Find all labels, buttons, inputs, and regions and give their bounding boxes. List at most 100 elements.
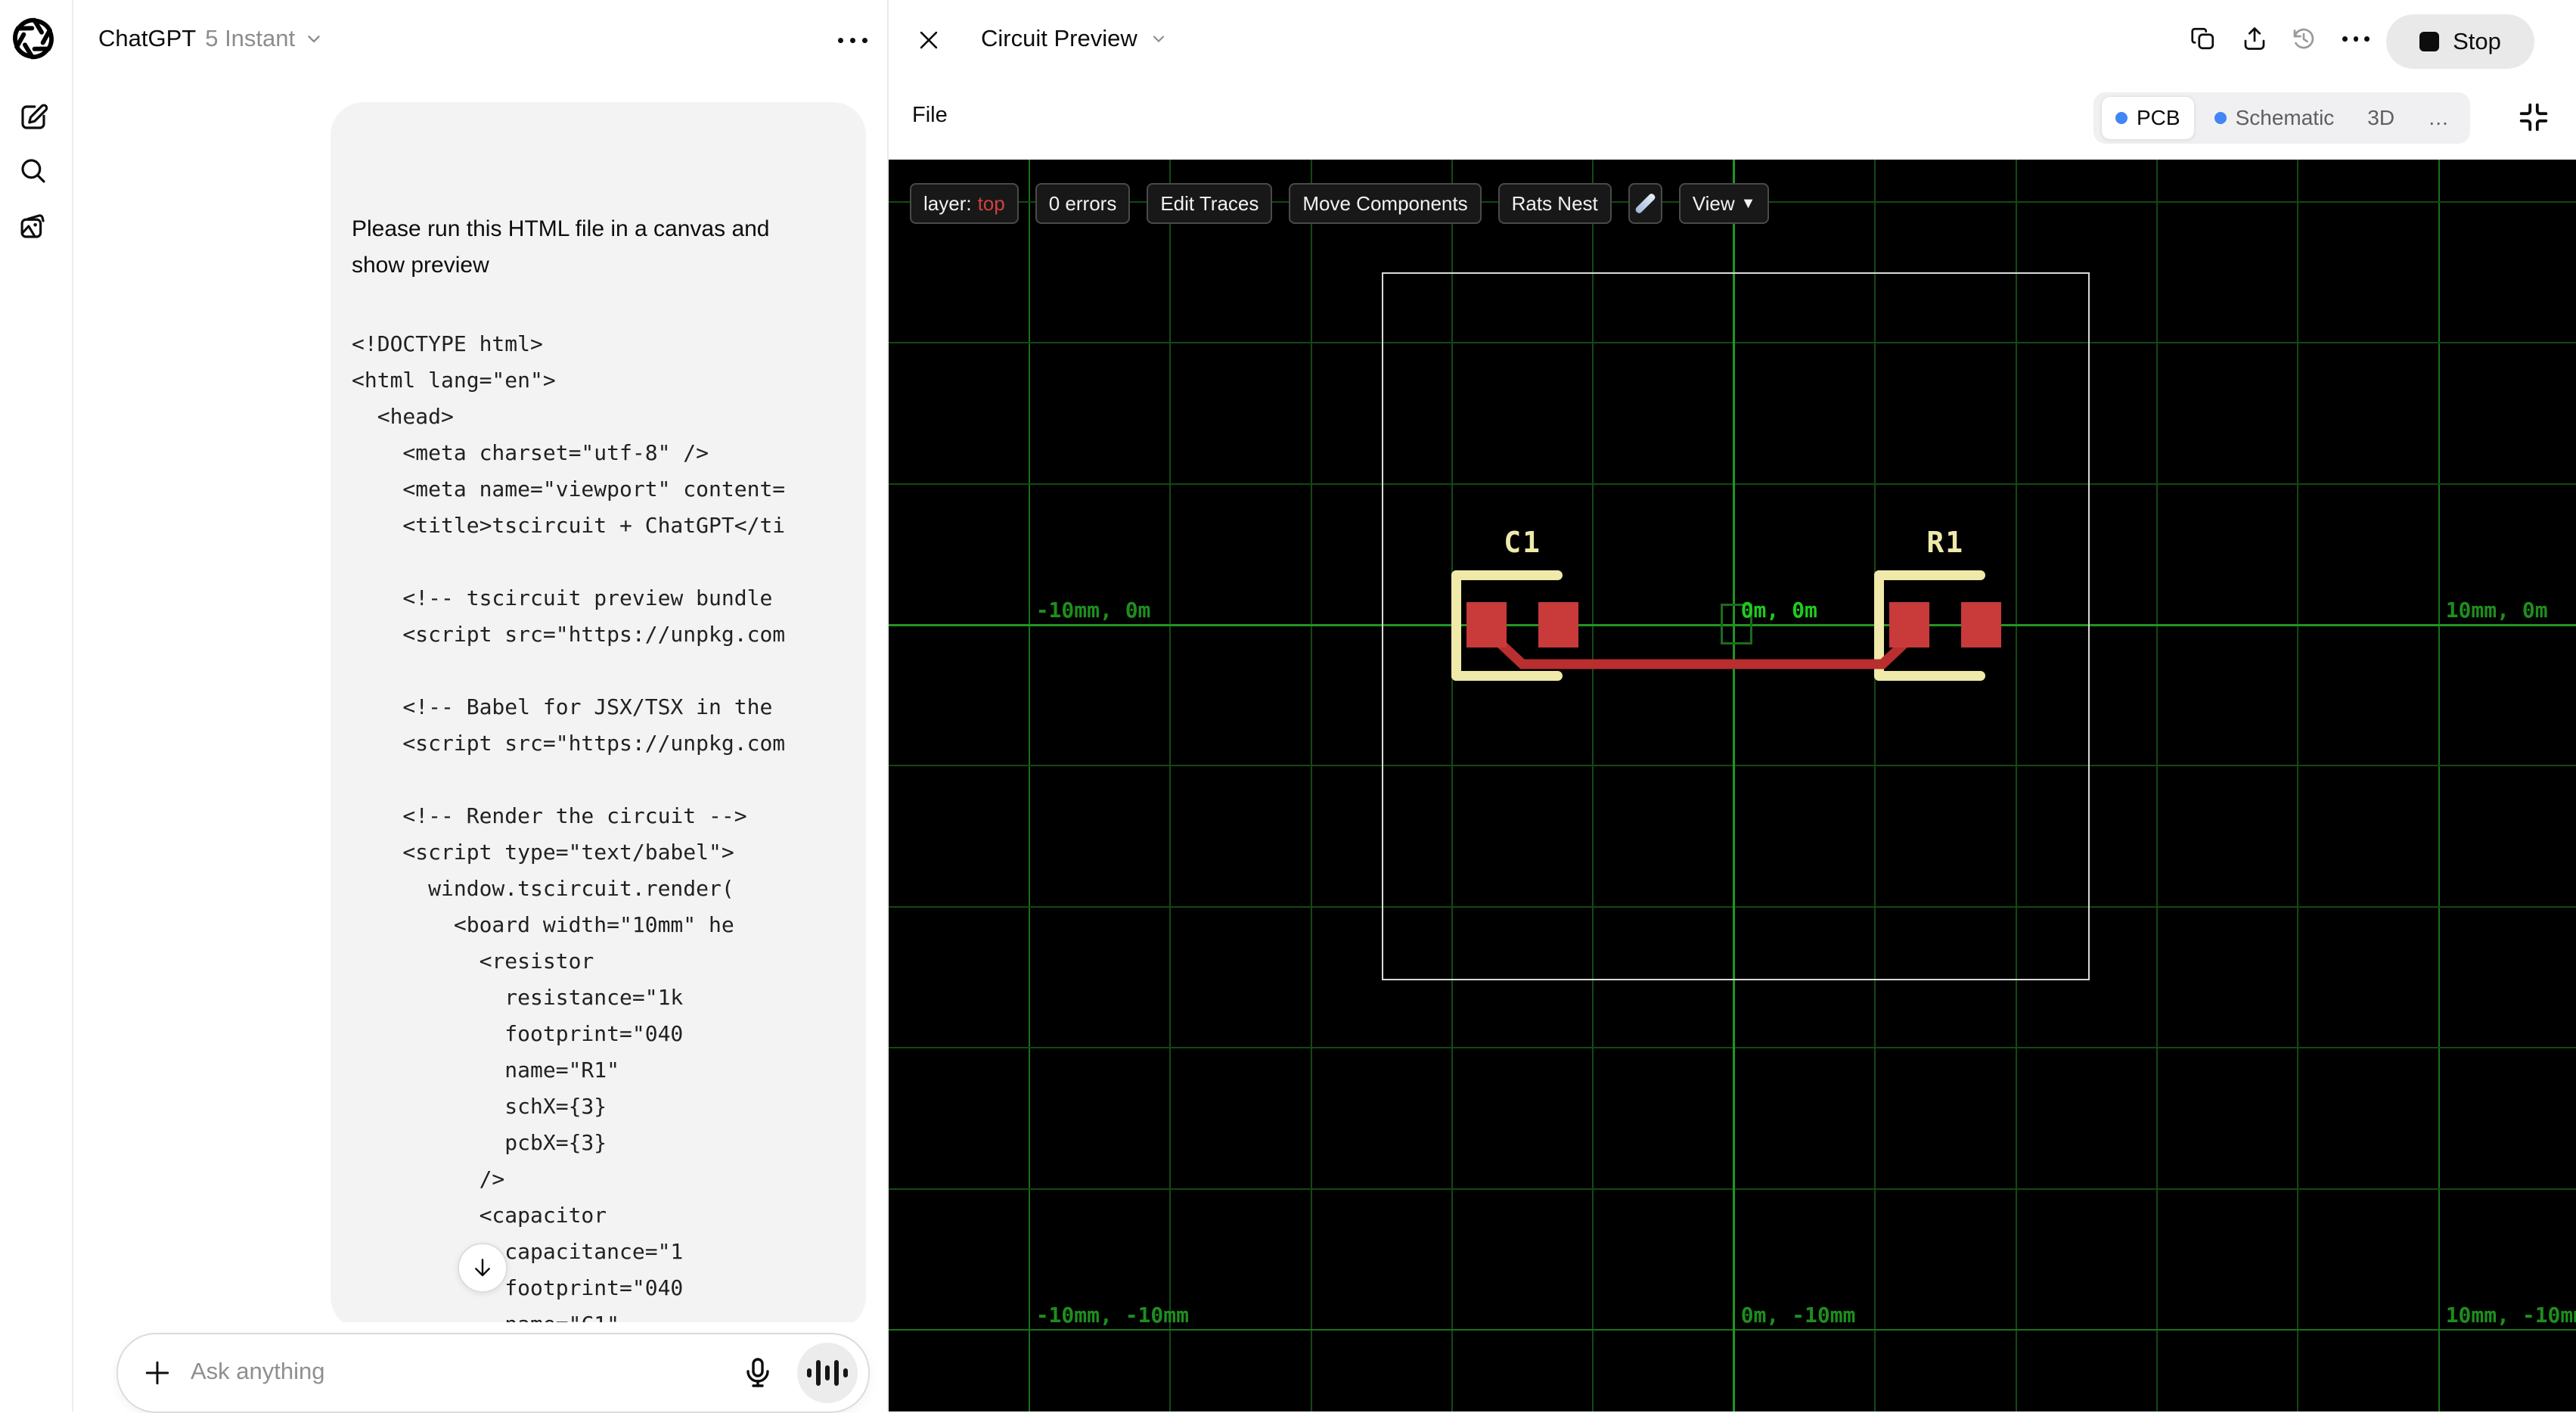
coordinate-label: 10mm, 0m (2445, 598, 2548, 623)
tab-label: PCB (2137, 106, 2180, 129)
history-icon (2293, 28, 2314, 49)
edit-pencil-button[interactable] (1628, 183, 1662, 224)
search-button[interactable] (13, 151, 54, 191)
ellipsis-icon (837, 37, 843, 43)
code-line: footprint="040 (352, 1275, 684, 1300)
close-canvas-button[interactable] (916, 27, 942, 53)
chevron-down-icon (1153, 36, 1164, 43)
chat-panel: ChatGPT 5 Instant Please run this HTML f… (73, 0, 889, 1413)
move-components-button[interactable]: Move Components (1289, 183, 1482, 224)
0-errors-button[interactable]: 0 errors (1035, 183, 1131, 224)
share-button[interactable] (2241, 25, 2268, 52)
app-title: ChatGPT (98, 25, 197, 51)
openai-logo-icon (11, 17, 55, 61)
button-label: 0 errors (1048, 192, 1117, 215)
smd-pad (1538, 602, 1579, 647)
code-line: /> (352, 1166, 505, 1191)
code-line: footprint="040 (352, 1021, 684, 1046)
code-line: <capacitor (352, 1203, 607, 1228)
library-button[interactable] (13, 206, 54, 247)
active-layer-name: top (977, 192, 1005, 215)
tab-…[interactable]: … (2414, 97, 2463, 139)
component-ref-label: C1 (1504, 526, 1541, 559)
button-label: Edit Traces (1160, 192, 1259, 215)
code-line: <!DOCTYPE html> (352, 331, 543, 356)
canvas-title: Circuit Preview (981, 25, 1137, 51)
exit-fullscreen-button[interactable] (2516, 100, 2551, 135)
file-menu[interactable]: File (912, 103, 948, 128)
tab-dot-icon (2214, 112, 2227, 124)
copy-icon (2191, 27, 2214, 50)
dictate-button[interactable] (740, 1354, 776, 1390)
code-line: <head> (352, 404, 454, 429)
pcb-toolbar: layer: top 0 errors Edit Traces Move Compon… (910, 183, 1770, 224)
model-selector[interactable]: ChatGPT 5 Instant (98, 25, 324, 52)
coordinate-label: -10mm, 0m (1035, 598, 1151, 623)
code-line: window.tscircuit.render( (352, 876, 734, 901)
model-name: 5 Instant (205, 25, 296, 51)
tab-pcb[interactable]: PCB (2101, 96, 2195, 140)
stop-square-icon (2419, 32, 2440, 51)
tab-3d[interactable]: 3D (2354, 97, 2408, 139)
code-line: capacitance="1 (352, 1239, 684, 1264)
code-line: <html lang="en"> (352, 368, 556, 393)
code-line: pcbX={3} (352, 1130, 607, 1155)
button-label: Move Components (1302, 192, 1468, 215)
coordinate-label: 0m, -10mm (1740, 1303, 1856, 1328)
close-icon (920, 31, 938, 49)
canvas-options-button[interactable] (2342, 25, 2370, 52)
message-composer[interactable]: Ask anything (116, 1333, 870, 1413)
canvas-title-dropdown[interactable]: Circuit Preview (981, 25, 1168, 52)
rats-nest-button[interactable]: Rats Nest (1497, 183, 1612, 224)
new-chat-button[interactable] (13, 97, 54, 138)
code-line: <title>tscircuit + ChatGPT</ti (352, 513, 786, 538)
code-line: schX={3} (352, 1094, 607, 1119)
smd-pad (1961, 602, 2002, 647)
coordinate-label: 0m, 0m (1740, 598, 1817, 623)
code-line: <!-- Babel for JSX/TSX in the (352, 694, 773, 719)
ellipsis-icon (2342, 36, 2348, 42)
history-button[interactable] (2290, 25, 2317, 52)
stop-button[interactable]: Stop (2386, 14, 2534, 69)
edit-traces-button[interactable]: Edit Traces (1147, 183, 1273, 224)
app-sidebar (0, 0, 73, 1411)
code-line: <meta charset="utf-8" /> (352, 440, 709, 465)
code-line: <script type="text/babel"> (352, 840, 734, 865)
code-line: <meta name="viewport" content= (352, 477, 786, 502)
plus-icon (145, 1361, 169, 1385)
user-message-bubble: Please run this HTML file in a canvas an… (331, 102, 866, 1330)
code-line: name="R1" (352, 1057, 620, 1082)
stop-label: Stop (2453, 28, 2501, 54)
code-line: resistance="1k (352, 985, 684, 1010)
layer-selector-button[interactable]: layer: top (910, 183, 1019, 224)
user-message-text: Please run this HTML file in a canvas an… (352, 216, 770, 278)
share-icon (2244, 27, 2265, 50)
conversation-options-button[interactable] (836, 29, 869, 51)
code-line: <resistor (352, 949, 594, 974)
coordinate-label: -10mm, -10mm (1035, 1303, 1189, 1328)
coordinate-label: 10mm, -10mm (2445, 1303, 2576, 1328)
new-chat-icon (21, 104, 48, 129)
voice-mode-button[interactable] (797, 1343, 858, 1403)
smd-pad (1466, 602, 1507, 647)
scroll-to-bottom-button[interactable] (458, 1243, 507, 1293)
copy-button[interactable] (2190, 25, 2217, 52)
code-line: <script src="https://unpkg.com (352, 622, 786, 647)
code-line: <board width="10mm" he (352, 912, 734, 937)
code-line: <!-- tscircuit preview bundle (352, 585, 773, 610)
view-tab-group: PCB Schematic 3D … (2093, 92, 2471, 144)
collapse-icon (2519, 103, 2548, 132)
pcb-canvas[interactable]: C1 R1 -10mm, 0m 0m, 0m 10mm, 0m -10mm, -10mm… (889, 160, 2576, 1411)
attach-button[interactable] (141, 1356, 174, 1390)
view-button[interactable]: View ▼ (1678, 183, 1770, 224)
tab-label: … (2428, 106, 2450, 129)
code-line: <script src="https://unpkg.com (352, 731, 786, 756)
tab-schematic[interactable]: Schematic (2201, 97, 2348, 139)
tab-label: 3D (2367, 106, 2395, 129)
chevron-down-icon (308, 36, 320, 43)
canvas-panel: Circuit Preview Stop File PCB Schematic 3D… (889, 0, 2576, 1411)
composer-placeholder[interactable]: Ask anything (191, 1358, 325, 1385)
